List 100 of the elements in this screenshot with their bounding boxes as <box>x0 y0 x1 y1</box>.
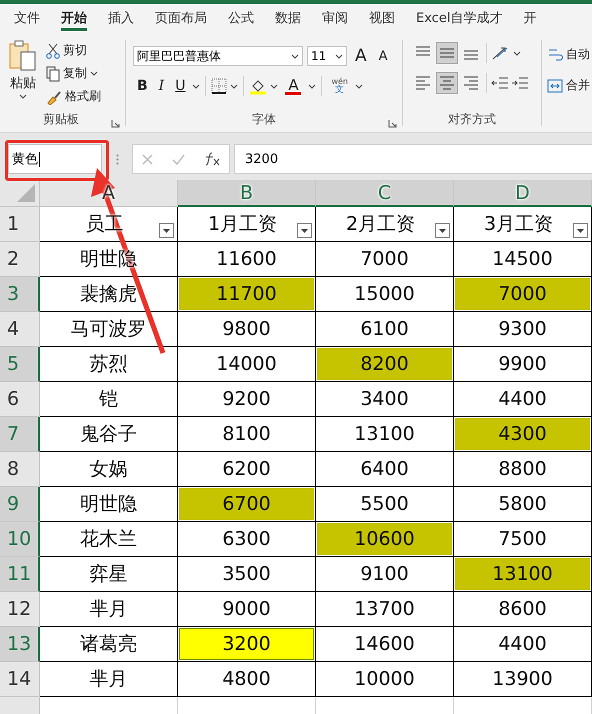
caret-icon[interactable] <box>270 84 278 88</box>
table-cell-text: 5500 <box>359 492 410 517</box>
table-cell: 8200 <box>317 348 452 380</box>
merge-button[interactable]: 合并 <box>547 77 592 94</box>
font-name-dropdown[interactable]: 阿里巴巴普惠体 <box>133 46 303 66</box>
ribbon-tab[interactable]: 数据 <box>267 4 314 34</box>
align-top-icon <box>416 46 430 56</box>
decrease-indent-icon[interactable] <box>491 75 509 91</box>
table-cell-text: 3400 <box>359 387 410 412</box>
table-cell-text: 7000 <box>359 247 410 272</box>
ribbon-tab[interactable]: 审阅 <box>314 4 361 34</box>
formula-field[interactable]: 3200 <box>234 144 592 174</box>
filter-button[interactable] <box>573 223 588 238</box>
ribbon-tab[interactable]: 开 <box>515 4 550 34</box>
table-cell-text: 9000 <box>221 597 272 622</box>
table-cell-text: 15000 <box>353 282 416 307</box>
row-header[interactable]: 3 <box>0 277 40 312</box>
ribbon-tab[interactable]: 文件 <box>6 4 53 34</box>
ribbon-tab[interactable]: 视图 <box>361 4 408 34</box>
row-header[interactable]: 12 <box>0 592 40 627</box>
row-header[interactable]: 5 <box>0 347 40 382</box>
table-cell: 6700 <box>179 488 314 520</box>
shrink-font-button[interactable]: A <box>374 48 392 64</box>
paste-button[interactable]: 粘贴 <box>8 40 38 99</box>
check-icon[interactable] <box>172 154 185 164</box>
row-header[interactable]: 10 <box>0 522 40 557</box>
ribbon-tab[interactable]: 页面布局 <box>147 4 220 34</box>
table-cell-text: 铠 <box>98 387 119 412</box>
merge-icon <box>547 78 563 94</box>
table-cell-text: 6300 <box>221 527 272 552</box>
table-cell-text: 1月工资 <box>206 212 278 237</box>
row-header[interactable]: 9 <box>0 487 40 522</box>
underline-button[interactable]: U <box>171 78 190 94</box>
caret-icon[interactable] <box>355 84 363 88</box>
row-header[interactable]: 11 <box>0 557 40 592</box>
table-cell-text: 9300 <box>497 317 548 342</box>
caret-icon[interactable] <box>308 84 316 88</box>
copy-icon <box>46 66 60 82</box>
caret-icon[interactable] <box>230 84 238 88</box>
caret-icon[interactable] <box>513 50 521 56</box>
row-header[interactable]: 1 <box>0 207 40 242</box>
wrap-text-button[interactable]: 自动 <box>547 46 592 63</box>
table-cell-text: 4400 <box>497 387 548 412</box>
dialog-launcher-icon[interactable] <box>388 119 397 128</box>
center-align-button[interactable] <box>436 72 458 94</box>
format-painter-button[interactable]: 格式刷 <box>46 88 101 105</box>
copy-button[interactable]: 复制 <box>46 65 101 82</box>
clipboard-icon <box>8 40 38 72</box>
ribbon-tab[interactable]: 公式 <box>220 4 267 34</box>
row-header[interactable]: 6 <box>0 382 40 417</box>
ribbon-tab[interactable]: 插入 <box>100 4 147 34</box>
brush-icon <box>46 88 62 104</box>
ribbon-tab[interactable]: Excel自学成才 <box>408 4 516 34</box>
grow-font-button[interactable]: A <box>351 46 371 66</box>
table-cell: 7000 <box>455 278 590 310</box>
column-header[interactable]: C <box>316 180 454 207</box>
table-cell-text: 明世隐 <box>79 492 138 517</box>
row-header[interactable]: 7 <box>0 417 40 452</box>
table-cell-text: 9900 <box>497 352 548 377</box>
bold-button[interactable]: B <box>133 78 152 94</box>
row-header[interactable]: 8 <box>0 452 40 487</box>
middle-align-button[interactable] <box>436 42 458 64</box>
table-cell-text: 14000 <box>215 352 278 377</box>
table-cell: 3200 <box>179 628 314 660</box>
row-header[interactable]: 14 <box>0 662 40 697</box>
borders-icon[interactable] <box>211 78 228 94</box>
table-cell: 11700 <box>179 278 314 310</box>
font-size-dropdown[interactable]: 11 <box>307 46 347 66</box>
table-cell-text: 14600 <box>353 632 416 657</box>
table-cell-text: 芈月 <box>88 597 128 622</box>
row-header[interactable]: 13 <box>0 627 40 662</box>
dialog-launcher-icon[interactable] <box>111 119 120 128</box>
table-cell-text: 鬼谷子 <box>79 422 138 447</box>
table-cell-text: 芈月 <box>88 667 128 692</box>
filter-button[interactable] <box>297 223 312 238</box>
filter-button[interactable] <box>159 223 174 238</box>
ribbon-tab[interactable]: 开始 <box>53 4 100 34</box>
column-header[interactable]: B <box>178 180 316 207</box>
table-cell-text: 9800 <box>221 317 272 342</box>
row-header[interactable]: 4 <box>0 312 40 347</box>
table-cell-text: 花木兰 <box>79 527 138 552</box>
table-cell-text: 弈星 <box>88 562 128 587</box>
caret-icon[interactable] <box>192 84 200 88</box>
filter-button[interactable] <box>435 223 450 238</box>
table-cell: 13100 <box>455 558 590 590</box>
row-header[interactable]: 2 <box>0 242 40 277</box>
cut-button[interactable]: 剪切 <box>46 42 101 59</box>
name-box[interactable]: 黄色 <box>8 144 102 174</box>
align-left-icon <box>416 76 430 90</box>
phonetic-button[interactable]: wén 文 <box>327 77 352 95</box>
italic-button[interactable]: I <box>154 78 168 94</box>
table-cell-text: 9200 <box>221 387 272 412</box>
caret-icon[interactable] <box>90 71 98 76</box>
function-icon[interactable] <box>204 152 220 166</box>
column-header[interactable]: D <box>454 180 592 207</box>
increase-indent-icon[interactable] <box>511 75 529 91</box>
more-icon <box>116 154 118 164</box>
caret-icon[interactable] <box>19 94 27 99</box>
font-color-button[interactable]: A <box>281 78 306 94</box>
scissors-icon <box>46 42 60 58</box>
